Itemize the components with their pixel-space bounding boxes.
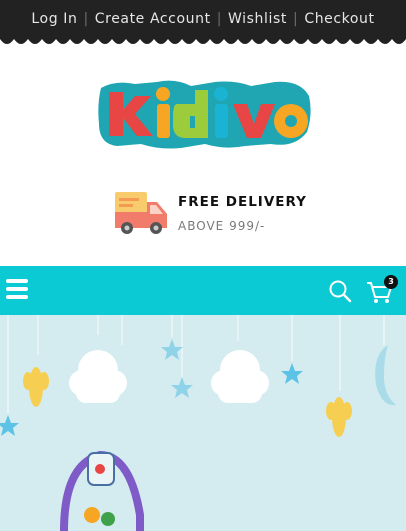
nav-separator: | [83,11,89,27]
main-nav-bar [0,266,406,315]
nav-separator: | [292,11,299,27]
hamburger-menu-icon[interactable] [6,279,28,301]
delivery-subtitle: ABOVE 999/- [178,219,266,233]
site-logo[interactable] [95,74,315,154]
create-account-link[interactable]: Create Account [95,11,211,27]
cart-count-badge: 3 [384,275,398,289]
search-icon[interactable] [328,279,352,303]
nav-separator: | [216,11,223,27]
hero-banner-illustration [0,315,396,531]
top-nav-bar: Log In | Create Account | Wishlist | Che… [0,0,406,38]
free-delivery-banner: FREE DELIVERY ABOVE 999/- [113,188,313,238]
login-link[interactable]: Log In [31,11,77,27]
checkout-link[interactable]: Checkout [304,11,374,27]
hero-banner [0,315,406,531]
scalloped-border [0,37,406,44]
delivery-truck-icon [115,192,167,234]
delivery-title: FREE DELIVERY [178,194,307,210]
wishlist-link[interactable]: Wishlist [228,11,287,27]
